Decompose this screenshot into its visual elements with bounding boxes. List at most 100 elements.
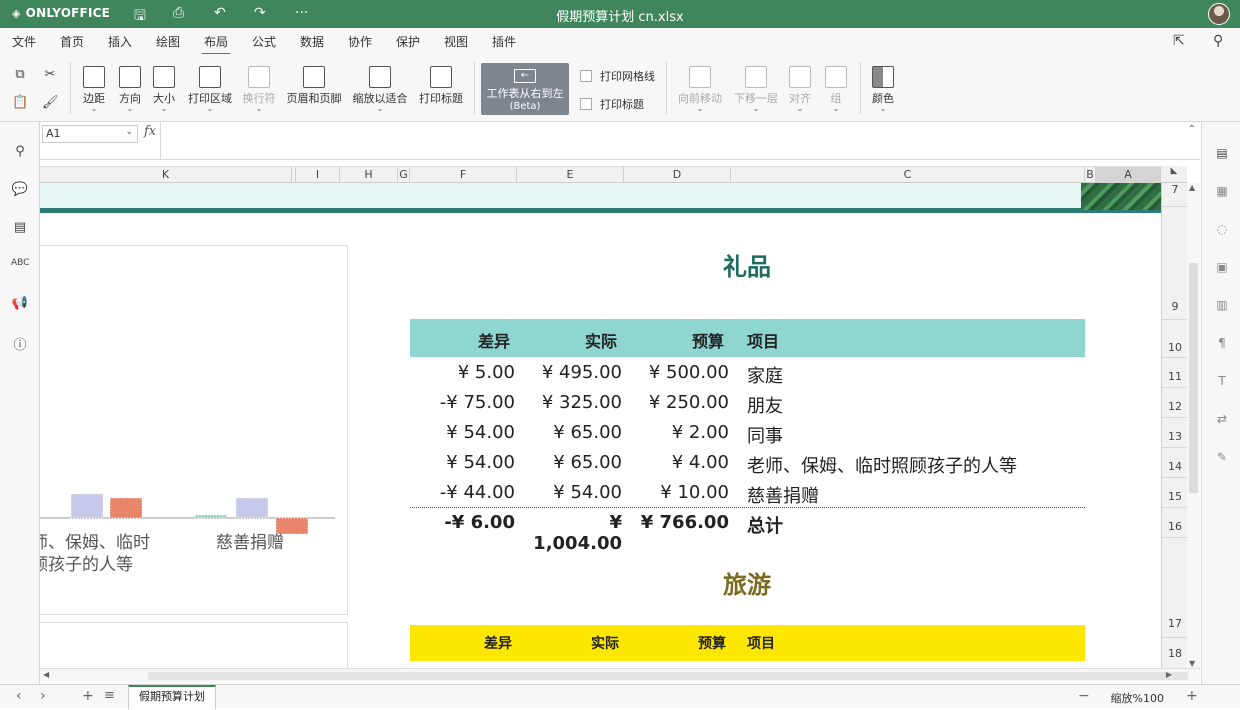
tab-collaboration[interactable]: 协作 <box>348 33 372 50</box>
cell-name-box[interactable]: A1 ⌄ <box>42 125 138 143</box>
cell-item[interactable]: 老师、保姆、临时照顾孩子的人等 <box>747 452 1017 478</box>
tab-file[interactable]: 文件 <box>12 33 36 50</box>
row-16[interactable]: 16 <box>1162 508 1188 538</box>
copy-icon[interactable]: ⧉ <box>12 67 28 83</box>
zoom-level[interactable]: 缩放%100 <box>1111 690 1164 706</box>
redo-icon[interactable]: ↷ <box>254 5 266 21</box>
cell-total-actual[interactable]: ¥ 1,004.00 <box>517 512 622 554</box>
vertical-scrollbar[interactable]: ▲ ▼ <box>1187 183 1200 668</box>
pivot-settings-icon[interactable]: ⇄ <box>1214 412 1230 428</box>
row-12[interactable]: 12 <box>1162 388 1188 418</box>
column-d[interactable]: D <box>624 167 731 183</box>
cell-diff[interactable]: ¥ 54.00 <box>410 422 515 443</box>
header-footer-button[interactable]: 页眉和页脚 <box>284 66 344 106</box>
scale-to-fit-button[interactable]: 缩放以适合 ⌄ <box>350 66 410 113</box>
cell-item[interactable]: 慈善捐赠 <box>747 482 819 508</box>
table-row[interactable]: ¥ 5.00 ¥ 495.00 ¥ 500.00 家庭 <box>410 358 1085 388</box>
cell-total-budget[interactable]: ¥ 766.00 <box>624 512 729 533</box>
row-10[interactable]: 10 <box>1162 320 1188 358</box>
undo-icon[interactable]: ↶ <box>214 5 226 21</box>
align-button[interactable]: 对齐 ⌄ <box>786 66 814 113</box>
format-painter-icon[interactable]: 🖌 <box>42 95 59 111</box>
cell-settings-icon[interactable]: ▤ <box>1214 146 1230 162</box>
table-row[interactable]: -¥ 75.00 ¥ 325.00 ¥ 250.00 朋友 <box>410 388 1085 418</box>
column-g[interactable]: G <box>398 167 410 183</box>
zoom-out-icon[interactable]: − <box>1078 688 1090 704</box>
size-button[interactable]: 大小 ⌄ <box>150 66 178 113</box>
table-total-row[interactable]: -¥ 6.00 ¥ 1,004.00 ¥ 766.00 总计 <box>410 507 1085 554</box>
next-sheet-icon[interactable]: › <box>40 688 46 704</box>
sheet-rtl-button[interactable]: ← 工作表从右到左 (Beta) <box>481 63 569 115</box>
row-7[interactable]: 7 <box>1162 183 1188 207</box>
cell-actual[interactable]: ¥ 325.00 <box>517 392 622 413</box>
row-9[interactable]: 9 <box>1162 207 1188 320</box>
cell-diff[interactable]: -¥ 44.00 <box>410 482 515 503</box>
tab-formula[interactable]: 公式 <box>252 33 276 50</box>
feedback-icon[interactable]: 📢 <box>11 296 29 314</box>
search-icon[interactable]: ⚲ <box>11 144 29 162</box>
print-area-button[interactable]: 打印区域 ⌄ <box>185 66 235 113</box>
tab-layout[interactable]: 布局 <box>201 33 231 55</box>
row-17[interactable]: 17 <box>1162 538 1188 638</box>
tab-protection[interactable]: 保护 <box>396 33 420 50</box>
comments-icon[interactable]: 💬 <box>11 182 29 200</box>
table-row[interactable]: -¥ 44.00 ¥ 54.00 ¥ 10.00 慈善捐赠 <box>410 478 1085 508</box>
cell-diff[interactable]: ¥ 5.00 <box>410 362 515 383</box>
cell-diff[interactable]: ¥ 54.00 <box>410 452 515 473</box>
shape-settings-icon[interactable]: ◌ <box>1214 222 1230 238</box>
cut-icon[interactable]: ✂ <box>42 67 58 83</box>
checkbox-unchecked[interactable] <box>580 70 592 82</box>
column-f[interactable]: F <box>410 167 517 183</box>
cell-budget[interactable]: ¥ 10.00 <box>624 482 729 503</box>
tab-data[interactable]: 数据 <box>300 33 324 50</box>
select-all-corner[interactable]: ◣ <box>1161 166 1187 183</box>
paste-icon[interactable]: 📋 <box>12 95 28 111</box>
sheet-tab[interactable]: 假期预算计划 <box>128 685 216 709</box>
horizontal-scroll-thumb[interactable] <box>148 672 1188 680</box>
cell-budget[interactable]: ¥ 4.00 <box>624 452 729 473</box>
paragraph-settings-icon[interactable]: ¶ <box>1214 336 1230 352</box>
table-settings-icon[interactable]: ▦ <box>1214 184 1230 200</box>
row-11[interactable]: 11 <box>1162 358 1188 388</box>
chat-icon[interactable]: ▤ <box>11 220 29 238</box>
horizontal-scrollbar[interactable]: ◀ ▶ <box>40 668 1200 682</box>
function-icon[interactable]: fx <box>144 124 156 139</box>
column-a[interactable]: A <box>1096 167 1161 183</box>
send-backward-button[interactable]: 下移一层 ⌄ <box>732 66 780 113</box>
cell-total-diff[interactable]: -¥ 6.00 <box>410 512 515 533</box>
table-row[interactable]: ¥ 54.00 ¥ 65.00 ¥ 4.00 老师、保姆、临时照顾孩子的人等 <box>410 448 1085 478</box>
sheet-grid[interactable]: 师、保姆、临时 顾孩子的人等 慈善捐赠 礼品 差异 实际 预算 项目 ¥ 5.0… <box>40 183 1161 668</box>
more-icon[interactable]: ··· <box>295 5 308 21</box>
column-i[interactable]: I <box>296 167 340 183</box>
cell-item[interactable]: 家庭 <box>747 362 783 388</box>
cell-budget[interactable]: ¥ 2.00 <box>624 422 729 443</box>
spellcheck-icon[interactable]: ABC <box>11 258 29 276</box>
vertical-scroll-thumb[interactable] <box>1189 263 1198 493</box>
tab-insert[interactable]: 插入 <box>108 33 132 50</box>
cell-actual[interactable]: ¥ 54.00 <box>517 482 622 503</box>
tab-plugins[interactable]: 插件 <box>492 33 516 50</box>
margins-button[interactable]: 边距 ⌄ <box>78 66 110 113</box>
open-location-icon[interactable]: ⇱ <box>1173 33 1185 49</box>
cell-actual[interactable]: ¥ 495.00 <box>517 362 622 383</box>
scroll-left-icon[interactable]: ◀ <box>43 670 49 679</box>
signature-settings-icon[interactable]: ✎ <box>1214 450 1230 466</box>
breaks-button[interactable]: 换行符 ⌄ <box>240 66 278 113</box>
print-titles-button[interactable]: 打印标题 <box>416 66 466 106</box>
tab-view[interactable]: 视图 <box>444 33 468 50</box>
info-icon[interactable]: ⓘ <box>11 334 29 353</box>
cell-item[interactable]: 同事 <box>747 422 783 448</box>
column-c[interactable]: C <box>731 167 1085 183</box>
column-b[interactable]: B <box>1085 167 1096 183</box>
gift-chart[interactable]: 师、保姆、临时 顾孩子的人等 慈善捐赠 <box>40 245 348 615</box>
row-18[interactable]: 18 <box>1162 638 1188 668</box>
search-icon[interactable]: ⚲ <box>1213 33 1223 49</box>
print-icon[interactable]: ⎙ <box>173 5 184 21</box>
tab-home[interactable]: 首页 <box>60 33 84 50</box>
colors-button[interactable]: 颜色 ⌄ <box>868 66 898 113</box>
bring-forward-button[interactable]: 向前移动 ⌄ <box>676 66 724 113</box>
scroll-down-icon[interactable]: ▼ <box>1189 659 1195 668</box>
leaf-image[interactable] <box>1081 183 1161 210</box>
column-e[interactable]: E <box>517 167 624 183</box>
cell-budget[interactable]: ¥ 250.00 <box>624 392 729 413</box>
